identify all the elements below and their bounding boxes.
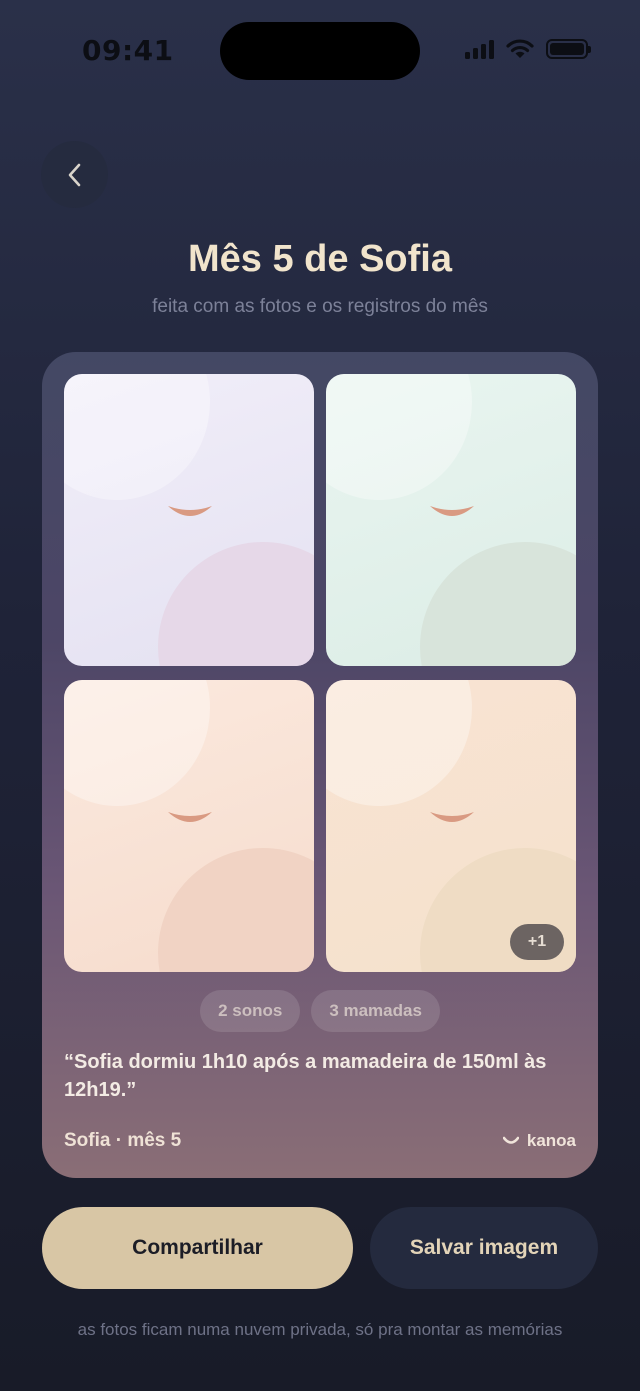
- privacy-note: as fotos ficam numa nuvem privada, só pr…: [77, 1320, 563, 1339]
- smile-icon: [168, 506, 212, 516]
- photo-tile[interactable]: +1: [326, 680, 576, 972]
- status-time: 09:41: [82, 34, 174, 67]
- back-button[interactable]: [41, 141, 108, 208]
- stats-chips: 2 sonos 3 mamadas: [42, 990, 598, 1032]
- photo-tile[interactable]: [64, 680, 314, 972]
- chevron-left-icon: [68, 163, 80, 186]
- owner-label: Sofia · mês 5: [64, 1130, 182, 1151]
- smile-icon: [430, 812, 474, 822]
- battery-icon: [546, 39, 591, 59]
- memory-card: +1 2 sonos 3 mamadas “Sofia dormiu 1h10 …: [42, 352, 598, 1178]
- smile-icon: [430, 506, 474, 516]
- smile-logo-icon: [502, 1136, 519, 1144]
- brand: kanoa: [502, 1131, 576, 1151]
- wifi-icon: [506, 39, 534, 58]
- memory-quote: “Sofia dormiu 1h10 após a mamadeira de 1…: [64, 1051, 547, 1101]
- chip-feedings[interactable]: 3 mamadas: [311, 990, 440, 1032]
- status-icons: [465, 38, 591, 60]
- chip-sleep[interactable]: 2 sonos: [200, 990, 301, 1032]
- dynamic-island: [220, 22, 420, 80]
- photo-grid: +1: [64, 374, 576, 972]
- cellular-signal-icon: [465, 39, 494, 59]
- more-photos-badge[interactable]: +1: [510, 924, 564, 960]
- card-footer: Sofia · mês 5 kanoa: [64, 1128, 576, 1154]
- page-title: Mês 5 de Sofia: [188, 238, 452, 280]
- save-image-button[interactable]: Salvar imagem: [370, 1207, 598, 1289]
- brand-name: kanoa: [526, 1131, 576, 1150]
- status-bar: 09:41: [0, 0, 640, 104]
- share-button[interactable]: Compartilhar: [42, 1207, 353, 1289]
- smile-icon: [168, 812, 212, 822]
- page-subtitle: feita com as fotos e os registros do mês: [152, 296, 488, 317]
- photo-tile[interactable]: [64, 374, 314, 666]
- photo-tile[interactable]: [326, 374, 576, 666]
